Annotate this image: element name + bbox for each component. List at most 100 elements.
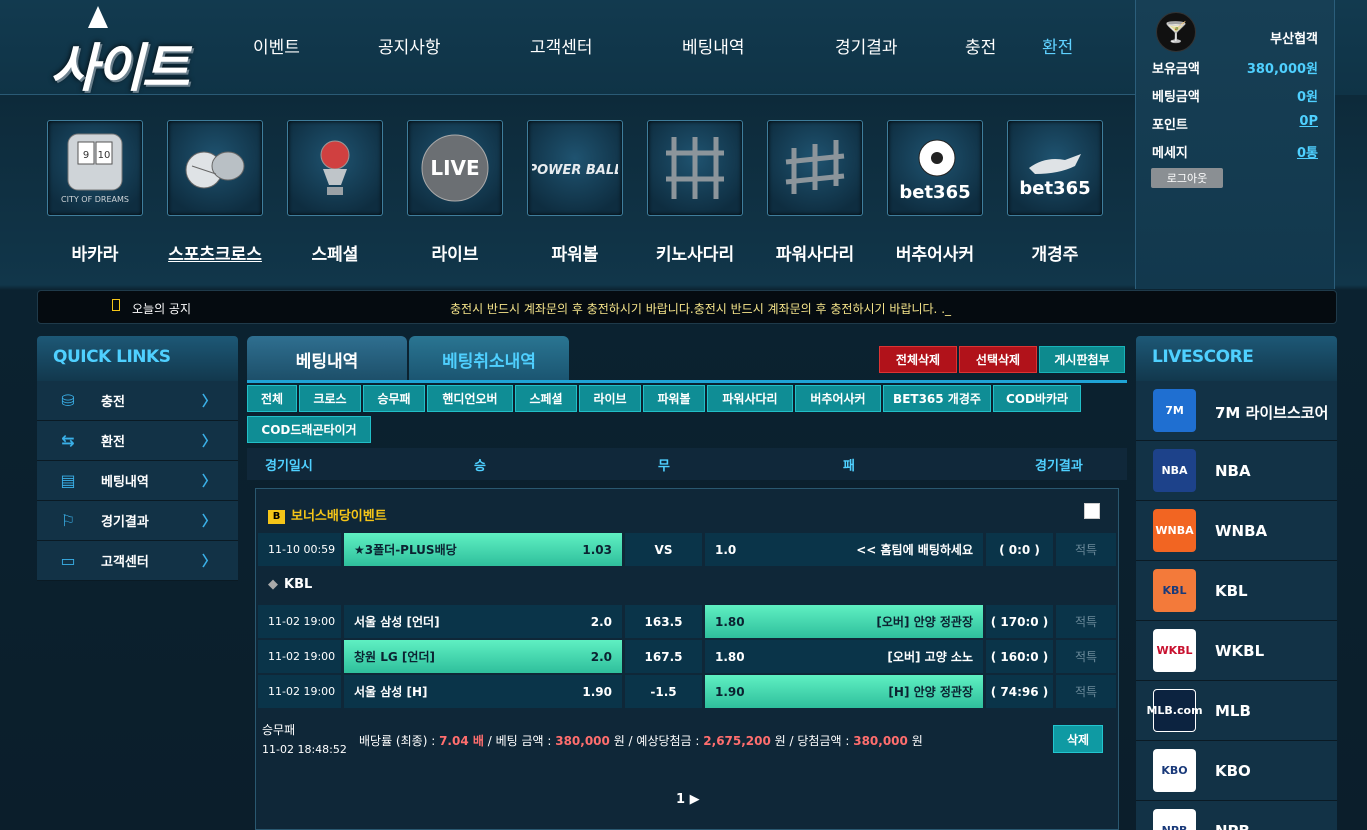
delete-button[interactable]: 삭제 <box>1053 725 1103 753</box>
livescore-wnba[interactable]: WNBA WNBA <box>1136 501 1337 561</box>
filter-all[interactable]: 전체 <box>247 385 297 412</box>
select-checkbox[interactable] <box>1084 503 1100 519</box>
livescore-7m[interactable]: 7M 7M 라이브스코어 <box>1136 381 1337 441</box>
nav-withdraw[interactable]: 환전 <box>1042 33 1073 58</box>
user-panel: 🍸 부산협객 보유금액 380,000원 베팅금액 0원 포인트 0P 메세지 0통 로… <box>1135 0 1335 289</box>
filter-live[interactable]: 라이브 <box>579 385 641 412</box>
nav-results[interactable]: 경기결과 <box>835 33 898 58</box>
game-label: 바카라 <box>71 245 119 265</box>
row-score: ( 170:0 ) <box>986 605 1054 638</box>
coins-icon: ⛁ <box>61 390 75 410</box>
game-label: 스포츠크로스 <box>168 245 262 265</box>
livescore-kbl[interactable]: KBL KBL <box>1136 561 1337 621</box>
game-virtual-soccer[interactable]: bet365 버추어사커 <box>887 120 983 265</box>
logo-arrow-icon <box>88 6 108 28</box>
game-dog-race[interactable]: bet365 개경주 <box>1007 120 1103 265</box>
messages-link[interactable]: 0통 <box>1297 142 1318 161</box>
game-special[interactable]: 스페셜 <box>287 120 383 265</box>
points-link[interactable]: 0P <box>1299 114 1318 133</box>
summary-type: 승무패 <box>262 723 296 737</box>
filter-bet365-dog[interactable]: BET365 개경주 <box>883 385 991 412</box>
filter-special[interactable]: 스페셜 <box>515 385 577 412</box>
kbo-logo-icon: KBO <box>1153 749 1196 792</box>
quick-link-support[interactable]: ▭ 고객센터 〉 <box>37 541 238 581</box>
quick-link-deposit[interactable]: ⛁ 충전 〉 <box>37 381 238 421</box>
powerball-icon: POWER BALL <box>527 120 623 216</box>
filter-powerball[interactable]: 파워볼 <box>643 385 705 412</box>
game-sports-cross[interactable]: 스포츠크로스 <box>167 120 263 265</box>
7m-logo-icon: 7M <box>1153 389 1196 432</box>
game-keno-ladder[interactable]: 키노사다리 <box>647 120 743 265</box>
ladder-icon <box>647 120 743 216</box>
game-label: 키노사다리 <box>655 245 735 265</box>
nav-deposit[interactable]: 충전 <box>965 33 996 58</box>
row-result: 적특 <box>1056 675 1117 708</box>
filter-cross[interactable]: 크로스 <box>299 385 361 412</box>
summary-win: 380,000 <box>853 734 908 748</box>
summary-datetime: 11-02 18:48:52 <box>262 743 347 756</box>
bonus-event-title: B 보너스배당이벤트 <box>268 505 387 524</box>
game-power-ladder[interactable]: 파워사다리 <box>767 120 863 265</box>
game-powerball[interactable]: POWER BALL 파워볼 <box>527 120 623 265</box>
delete-all-button[interactable]: 전체삭제 <box>879 346 957 373</box>
game-baccarat[interactable]: 9 10 CITY OF DREAMS 바카라 <box>47 120 143 265</box>
filter-power-ladder[interactable]: 파워사다리 <box>707 385 793 412</box>
quick-link-label: 충전 <box>101 395 125 410</box>
row-mid: 167.5 <box>625 640 703 673</box>
attach-board-button[interactable]: 게시판첨부 <box>1039 346 1125 373</box>
game-live[interactable]: LIVE 라이브 <box>407 120 503 265</box>
filter-win-draw-lose[interactable]: 승무패 <box>363 385 425 412</box>
tab-bet-cancel-history[interactable]: 베팅취소내역 <box>409 336 569 382</box>
balance-label: 보유금액 <box>1152 62 1200 77</box>
filter-handicap[interactable]: 핸디언오버 <box>427 385 513 412</box>
site-logo[interactable]: 사이트 <box>44 6 234 99</box>
livescore-name: NBA <box>1215 462 1251 480</box>
filter-cod-dragon-tiger[interactable]: COD드래곤타이거 <box>247 416 371 443</box>
points-row: 포인트 0P <box>1152 114 1318 133</box>
nav-notice[interactable]: 공지사항 <box>378 33 441 58</box>
tab-bet-history[interactable]: 베팅내역 <box>247 336 407 382</box>
row-away: 1.80 [오버] 고양 소노 <box>705 640 984 673</box>
quick-link-bet-history[interactable]: ▤ 베팅내역 〉 <box>37 461 238 501</box>
league-title: ◆ KBL <box>268 577 312 592</box>
filter-virtual-soccer[interactable]: 버추어사커 <box>795 385 881 412</box>
chevron-right-icon: 〉 <box>202 513 216 530</box>
notice-label: 오늘의 공지 <box>132 302 192 316</box>
summary-text: / 베팅 금액 : <box>483 734 556 748</box>
live-icon: LIVE <box>407 120 503 216</box>
quick-link-results[interactable]: ⚐ 경기결과 〉 <box>37 501 238 541</box>
filter-cod-baccarat[interactable]: COD바카라 <box>993 385 1081 412</box>
bet-slip-panel: B 보너스배당이벤트 11-10 00:59 ★3폴더-PLUS배당 1.03 VS… <box>255 488 1119 830</box>
home-odds: 2.0 <box>590 649 612 664</box>
livescore-kbo[interactable]: KBO KBO <box>1136 741 1337 801</box>
row-mid: 163.5 <box>625 605 703 638</box>
livescore-mlb[interactable]: MLB.com MLB <box>1136 681 1337 741</box>
pagination[interactable]: 1 ▶ <box>676 792 700 807</box>
livescore-wkbl[interactable]: WKBL WKBL <box>1136 621 1337 681</box>
delete-selected-button[interactable]: 선택삭제 <box>959 346 1037 373</box>
home-odds: 1.03 <box>582 542 612 557</box>
quick-link-withdraw[interactable]: ⇆ 환전 〉 <box>37 421 238 461</box>
nav-support[interactable]: 고객센터 <box>530 33 593 58</box>
home-team: 서울 삼성 [H] <box>354 685 428 699</box>
svg-text:LIVE: LIVE <box>430 156 479 180</box>
nav-event[interactable]: 이벤트 <box>253 33 300 58</box>
nav-bet-history[interactable]: 베팅내역 <box>682 33 745 58</box>
logout-button[interactable]: 로그아웃 <box>1151 168 1223 188</box>
row-score: ( 0:0 ) <box>986 533 1054 566</box>
livescore-nba[interactable]: NBA NBA <box>1136 441 1337 501</box>
balance-value: 380,000원 <box>1246 62 1318 77</box>
row-time: 11-02 19:00 <box>258 640 342 673</box>
summary-odds: 7.04 배 <box>439 734 484 748</box>
chevron-right-icon: 〉 <box>202 553 216 570</box>
notice-text: 충전시 반드시 계좌문의 후 충전하시기 바랍니다.충전시 반드시 계좌문의 후… <box>450 302 952 316</box>
away-odds: 1.90 <box>715 684 745 699</box>
table-row: 11-02 19:00 서울 삼성 [언더] 2.0 163.5 1.80 [오버]… <box>258 605 1117 638</box>
soccer-icon: bet365 <box>887 120 983 216</box>
row-home: 서울 삼성 [H] 1.90 <box>344 675 623 708</box>
game-label: 버추어사커 <box>895 245 975 265</box>
livescore-npb[interactable]: NPB NPB <box>1136 801 1337 830</box>
points-label: 포인트 <box>1152 118 1188 133</box>
away-team: [오버] 안양 정관장 <box>876 615 973 629</box>
table-row: 11-02 19:00 서울 삼성 [H] 1.90 -1.5 1.90 [H] 안… <box>258 675 1117 708</box>
